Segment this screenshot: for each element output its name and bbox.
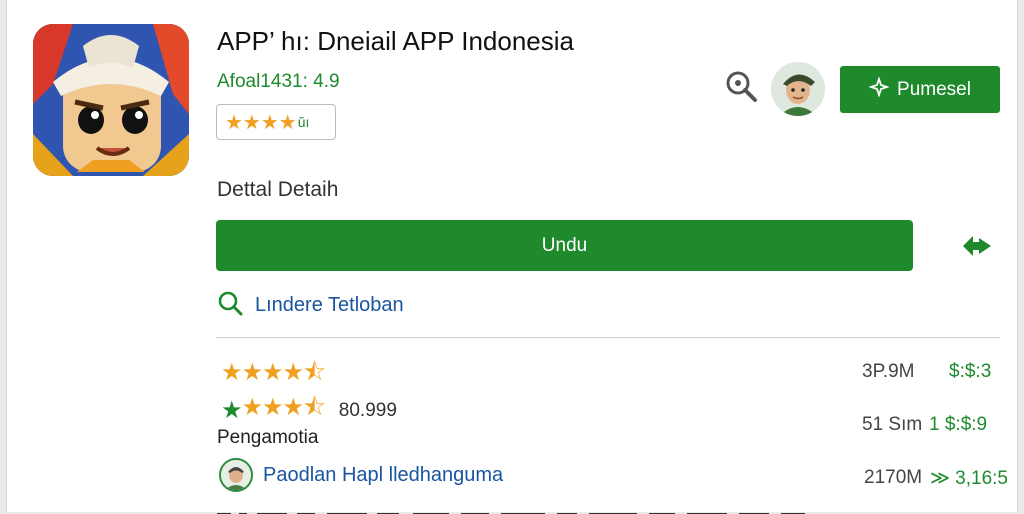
search-icon bbox=[217, 290, 243, 321]
stars-full: ★★★★ bbox=[221, 359, 304, 386]
app-detail-card: APP’ hı: Dneiail APP Indonesia Afoal1431… bbox=[6, 0, 1018, 514]
purchase-button[interactable]: Pumesel bbox=[840, 66, 1000, 113]
stat-value-1: $:$:3 bbox=[949, 361, 992, 382]
developer-avatar bbox=[219, 458, 253, 492]
stat-size-2: 51 Sım bbox=[862, 414, 923, 435]
app-title: APP’ hı: Dneiail APP Indonesia bbox=[217, 26, 575, 56]
detail-heading: Dettal Detaih bbox=[217, 178, 339, 201]
rating-suffix: ŭı bbox=[297, 114, 310, 130]
stat-size-3: 2170M bbox=[864, 467, 923, 488]
rating-stars-badge[interactable]: ★★★★ ŭı bbox=[216, 104, 336, 140]
reviews-label: Pengamotia bbox=[217, 427, 319, 448]
rating-summary: Afoal1431: 4.9 bbox=[217, 71, 340, 92]
divider bbox=[216, 337, 1000, 338]
review-count: 80.999 bbox=[338, 399, 397, 421]
developer-link[interactable]: Paodlan Hapl lledhanguma bbox=[219, 458, 503, 492]
rating-stars-row-2: ★ ★★★⯪ 80.999 bbox=[221, 390, 397, 431]
star-half: ⯪ bbox=[303, 359, 326, 386]
stat-value-3: ≫ 3,16:5 bbox=[930, 468, 1008, 489]
stat-value-2: 1 $:$:9 bbox=[929, 414, 988, 435]
rating-stars: ★★★★ bbox=[225, 111, 297, 134]
search-icon[interactable] bbox=[723, 68, 759, 104]
developer-name: Paodlan Hapl lledhanguma bbox=[263, 463, 504, 486]
user-avatar[interactable] bbox=[771, 62, 825, 116]
stat-size-1: 3P.9M bbox=[862, 361, 915, 382]
update-label: Lındere Tetloban bbox=[255, 294, 404, 316]
app-icon[interactable] bbox=[33, 24, 189, 176]
stars-rest: ★★★⯪ bbox=[241, 394, 326, 421]
share-arrow-icon[interactable] bbox=[961, 232, 995, 260]
update-link[interactable]: Lındere Tetloban bbox=[217, 290, 404, 321]
star-green: ★ bbox=[221, 397, 242, 424]
truncated-text-row bbox=[217, 504, 817, 514]
purchase-label: Pumesel bbox=[897, 78, 971, 100]
download-button[interactable]: Undu bbox=[216, 220, 913, 271]
sparkle-icon bbox=[868, 75, 890, 103]
